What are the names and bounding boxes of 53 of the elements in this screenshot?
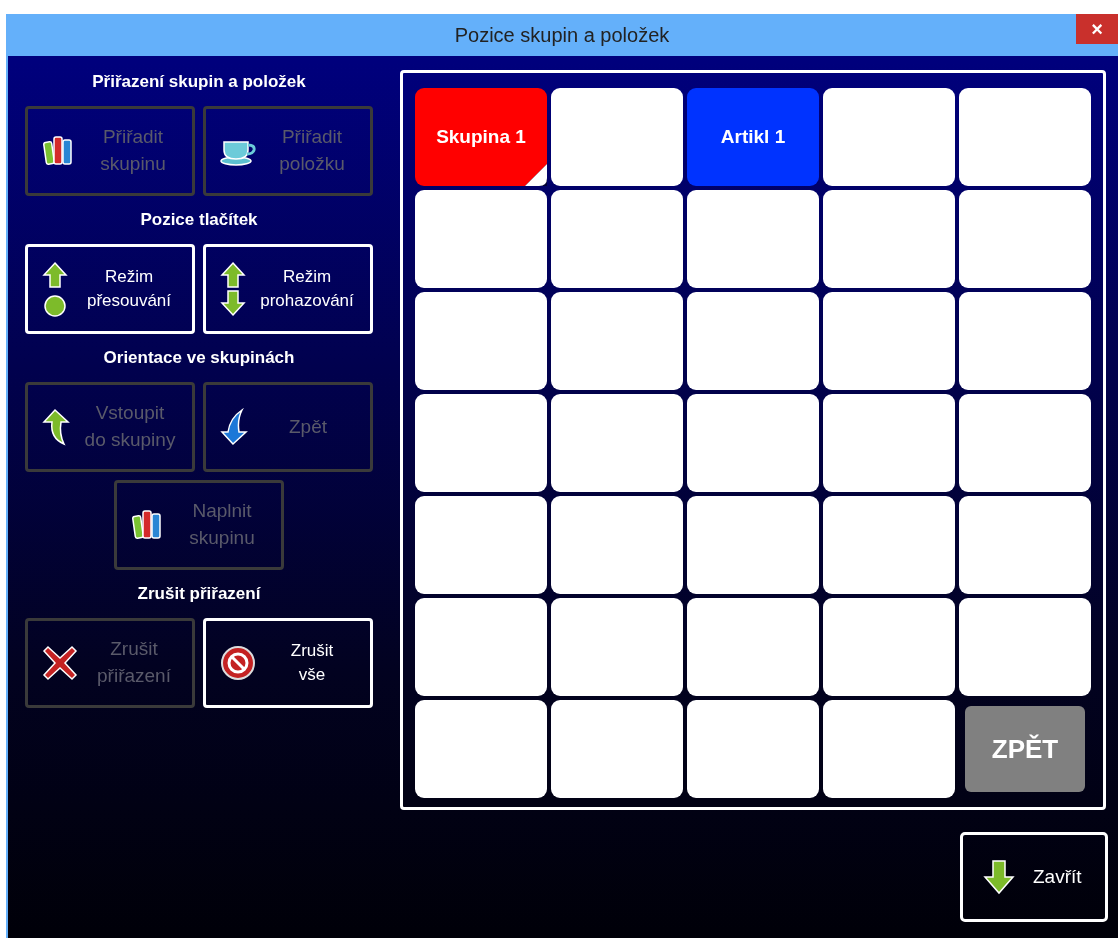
- curved-arrow-icon: [42, 408, 70, 446]
- section-heading: Orientace ve skupinách: [103, 348, 295, 369]
- tool-button[interactable]: Režim přesouvání: [25, 244, 195, 334]
- empty-tile[interactable]: [823, 598, 955, 696]
- empty-tile[interactable]: [823, 496, 955, 594]
- section-heading: Pozice tlačítek: [140, 210, 258, 231]
- empty-tile[interactable]: [415, 394, 547, 492]
- empty-tile[interactable]: [551, 394, 683, 492]
- empty-tile[interactable]: [959, 88, 1091, 186]
- up-down-arrow-icon: [220, 261, 246, 317]
- empty-tile[interactable]: [959, 190, 1091, 288]
- empty-tile[interactable]: [415, 190, 547, 288]
- empty-tile[interactable]: [551, 292, 683, 390]
- empty-tile[interactable]: [823, 292, 955, 390]
- empty-tile[interactable]: [687, 598, 819, 696]
- empty-tile[interactable]: [687, 394, 819, 492]
- back-tile[interactable]: ZPĚT: [965, 706, 1085, 792]
- empty-tile[interactable]: [823, 700, 955, 798]
- empty-tile[interactable]: [823, 394, 955, 492]
- empty-tile[interactable]: [551, 496, 683, 594]
- empty-tile[interactable]: [687, 700, 819, 798]
- tool-button[interactable]: Zrušit vše: [203, 618, 373, 708]
- close-button[interactable]: ×: [1076, 14, 1118, 44]
- empty-tile[interactable]: [687, 496, 819, 594]
- empty-tile[interactable]: [959, 394, 1091, 492]
- empty-tile[interactable]: [415, 496, 547, 594]
- tool-button[interactable]: Režim prohazování: [203, 244, 373, 334]
- down-arrow-icon: [983, 859, 1015, 895]
- cross-icon: [42, 645, 78, 681]
- corner-fold-icon: [525, 164, 547, 186]
- empty-tile[interactable]: [687, 190, 819, 288]
- empty-tile[interactable]: [959, 598, 1091, 696]
- empty-tile[interactable]: [415, 598, 547, 696]
- empty-tile[interactable]: [959, 496, 1091, 594]
- no-entry-icon: [220, 645, 256, 681]
- empty-tile[interactable]: [687, 292, 819, 390]
- section-heading: Přiřazení skupin a položek: [92, 72, 306, 93]
- empty-tile[interactable]: [551, 700, 683, 798]
- empty-tile[interactable]: [823, 190, 955, 288]
- curved-arrow-icon: [220, 408, 248, 446]
- empty-tile[interactable]: [959, 292, 1091, 390]
- section-heading: Zrušit přiřazení: [137, 584, 261, 605]
- arrow-and-dot-icon: [42, 261, 68, 317]
- empty-tile[interactable]: [415, 292, 547, 390]
- empty-tile[interactable]: [551, 88, 683, 186]
- window-title: Pozice skupin a položek: [454, 23, 670, 47]
- empty-tile[interactable]: [823, 88, 955, 186]
- empty-tile[interactable]: [551, 190, 683, 288]
- empty-tile[interactable]: [415, 700, 547, 798]
- item-tile[interactable]: Artikl 1: [687, 88, 819, 186]
- close-dialog-button[interactable]: Zavřít: [960, 832, 1108, 922]
- empty-tile[interactable]: [551, 598, 683, 696]
- group-tile[interactable]: Skupina 1: [415, 88, 547, 186]
